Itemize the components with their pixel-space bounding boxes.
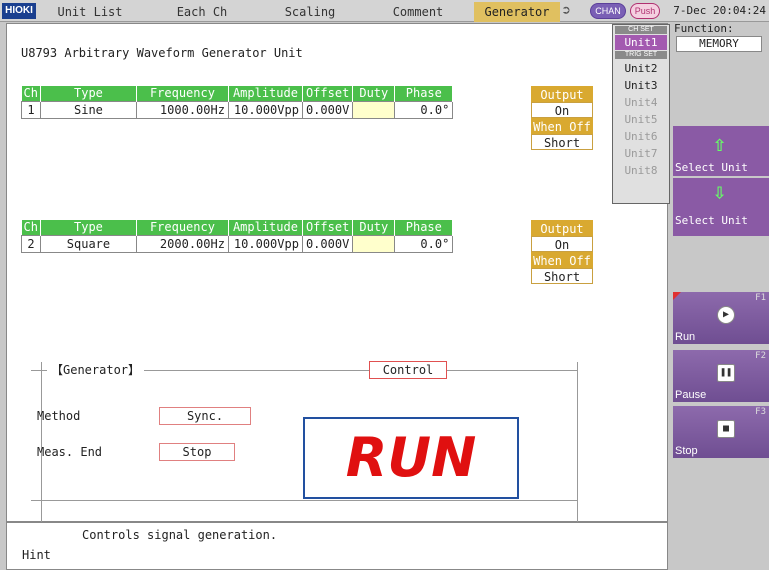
select-unit-up-button[interactable]: ⇧ Select Unit [673,126,769,176]
phase-field[interactable]: 0.0° [394,234,454,253]
run-status-box: RUN [303,417,519,499]
when-off-header: When Off [531,118,593,134]
push-button[interactable]: Push [630,3,660,19]
chan-button[interactable]: CHAN [590,3,626,19]
amplitude-field[interactable]: 10.000Vpp [227,234,303,253]
when-off-value[interactable]: Short [531,134,593,150]
unit-item-1[interactable]: Unit1 [615,35,667,50]
main-panel: U8793 Arbitrary Waveform Generator Unit … [6,23,668,524]
meas-end-label: Meas. End [37,445,103,459]
unit-item-4: Unit4 [624,96,658,109]
col-amplitude: Amplitude [228,220,303,235]
offset-field[interactable]: 0.000V [301,234,354,253]
function-label: Function: [674,22,734,35]
tab-comment[interactable]: Comment [370,2,466,22]
method-label: Method [37,409,81,423]
tab-scroll-arrow-icon[interactable]: ➲ [562,3,570,19]
col-duty: Duty [352,86,396,101]
tab-unit-list[interactable]: Unit List [44,2,136,22]
unit-item-6: Unit6 [624,130,658,143]
stop-button[interactable]: F3 ■ Stop [673,406,769,458]
unit-item-5: Unit5 [624,113,658,126]
col-frequency: Frequency [136,86,229,101]
table-row: 1 Sine 1000.00Hz 10.000Vpp 0.000V 0.0° [21,100,454,119]
duty-field[interactable] [352,100,396,119]
unit-item-2[interactable]: Unit2 [615,61,667,76]
frequency-field[interactable]: 1000.00Hz [135,100,229,119]
pause-button[interactable]: F2 ❚❚ Pause [673,350,769,402]
col-phase: Phase [394,220,454,235]
run-status-text: RUN [345,426,477,489]
control-label: Control [369,361,447,379]
channel-2-table: Ch Type Frequency Amplitude Offset Duty … [21,220,454,253]
arrow-down-icon: ⇩ [713,180,727,205]
unit-item-7: Unit7 [624,147,658,160]
datetime-display: 7-Dec 20:04:24 [673,4,766,17]
stop-icon: ■ [717,420,735,438]
col-amplitude: Amplitude [228,86,303,101]
hint-label: Hint [22,548,51,562]
run-indicator-triangle [673,292,681,300]
method-field[interactable]: Sync. [159,407,251,425]
ch-set-banner: CH SET [615,26,667,34]
generator-frame-bottom [31,500,577,501]
generator-frame-right [577,362,578,524]
unit-item-3[interactable]: Unit3 [615,78,667,93]
type-field[interactable]: Square [39,234,137,253]
unit-list-popup: CH SET Unit1 TRIG SET Unit2 Unit3 Unit4 … [612,24,670,204]
hioki-logo: HIOKI [2,3,36,19]
play-icon: ▶ [717,306,735,324]
generator-group-title: 【Generator】 [47,361,145,378]
channel-1-output-box: Output On When Off Short [531,86,593,150]
channel-1-table: Ch Type Frequency Amplitude Offset Duty … [21,86,454,119]
table-row: 2 Square 2000.00Hz 10.000Vpp 0.000V 0.0° [21,234,454,253]
col-frequency: Frequency [136,220,229,235]
amplitude-field[interactable]: 10.000Vpp [227,100,303,119]
ch-number: 2 [21,234,41,253]
trig-set-banner: TRIG SET [615,51,667,59]
col-offset: Offset [302,86,354,101]
output-value[interactable]: On [531,102,593,118]
col-phase: Phase [394,86,454,101]
generator-frame-left [41,362,42,524]
type-field[interactable]: Sine [39,100,137,119]
select-unit-down-button[interactable]: ⇩ Select Unit [673,178,769,236]
tab-each-ch[interactable]: Each Ch [152,2,252,22]
pause-icon: ❚❚ [717,364,735,382]
offset-field[interactable]: 0.000V [301,100,354,119]
phase-field[interactable]: 0.0° [394,100,454,119]
col-type: Type [40,86,137,101]
meas-end-field[interactable]: Stop [159,443,235,461]
output-header: Output [531,220,593,236]
arrow-up-icon: ⇧ [713,132,727,157]
when-off-value[interactable]: Short [531,268,593,284]
ch-number: 1 [21,100,41,119]
col-type: Type [40,220,137,235]
col-duty: Duty [352,220,396,235]
function-value[interactable]: MEMORY [676,36,762,52]
when-off-header: When Off [531,252,593,268]
output-header: Output [531,86,593,102]
col-ch: Ch [21,86,41,101]
hint-text: Controls signal generation. [82,528,278,542]
channel-2-output-box: Output On When Off Short [531,220,593,284]
tab-scaling[interactable]: Scaling [262,2,358,22]
duty-field[interactable] [352,234,396,253]
run-button[interactable]: F1 ▶ Run [673,292,769,344]
output-value[interactable]: On [531,236,593,252]
col-ch: Ch [21,220,41,235]
tab-generator[interactable]: Generator [474,2,560,22]
frequency-field[interactable]: 2000.00Hz [135,234,229,253]
unit-title: U8793 Arbitrary Waveform Generator Unit [21,46,303,60]
col-offset: Offset [302,220,354,235]
unit-item-8: Unit8 [624,164,658,177]
